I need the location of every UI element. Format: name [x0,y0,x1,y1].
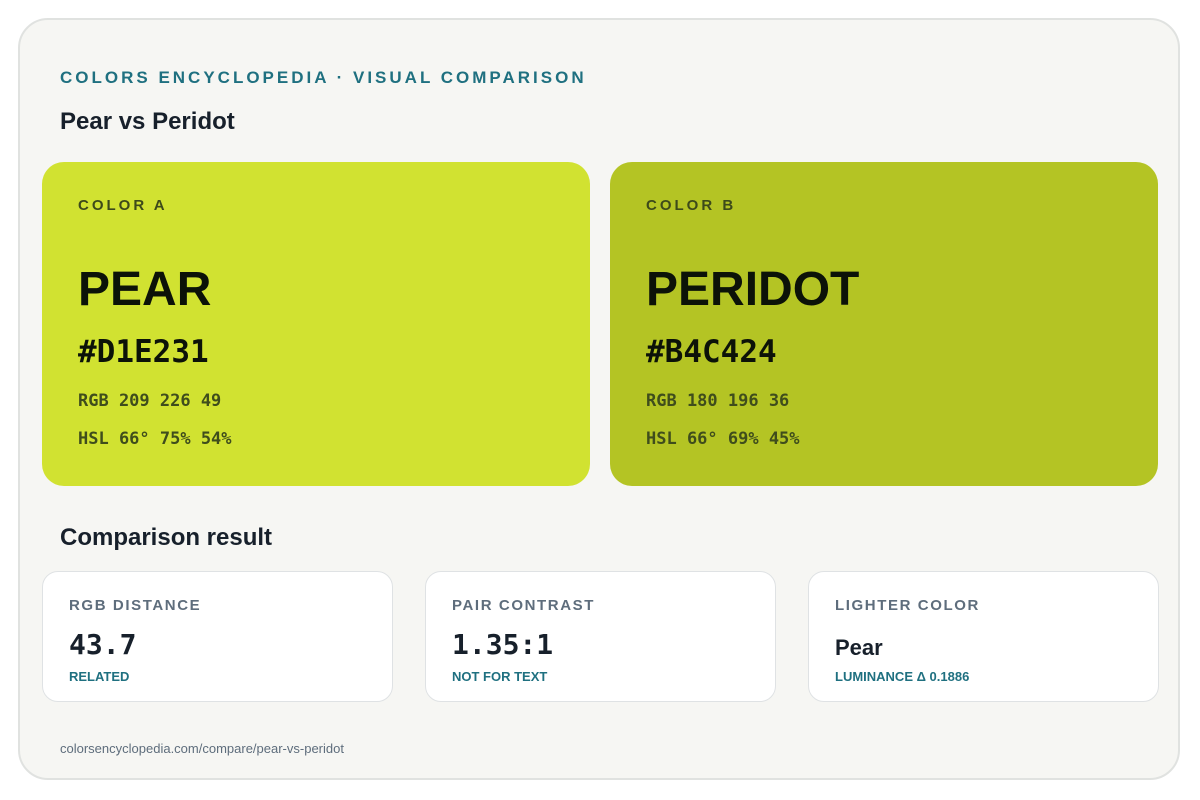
metric-label: RGB DISTANCE [69,597,202,614]
comparison-card: COLORS ENCYCLOPEDIA · VISUAL COMPARISON … [18,18,1180,780]
metric-value: Pear [835,635,883,660]
metric-pair-contrast: PAIR CONTRAST 1.35:1 NOT FOR TEXT [425,571,776,702]
metric-note: RELATED [69,669,130,684]
color-a-swatch: COLOR A PEAR #D1E231 RGB 209 226 49 HSL … [42,162,590,486]
comparison-section-title: Comparison result [60,524,273,551]
color-a-rgb: RGB 209 226 49 [78,391,222,411]
metric-rgb-distance: RGB DISTANCE 43.7 RELATED [42,571,393,702]
metric-label: PAIR CONTRAST [452,597,596,614]
color-b-hex: #B4C424 [646,334,777,370]
color-b-name: PERIDOT [646,263,860,316]
color-a-label: COLOR A [78,197,168,214]
metric-note: LUMINANCE Δ 0.1886 [835,669,970,684]
site-eyebrow: COLORS ENCYCLOPEDIA · VISUAL COMPARISON [60,68,587,87]
metric-value: 43.7 [69,628,137,661]
color-a-hsl: HSL 66° 75% 54% [78,429,232,449]
metric-label: LIGHTER COLOR [835,597,980,614]
metric-value: 1.35:1 [452,628,554,661]
color-b-hsl: HSL 66° 69% 45% [646,429,800,449]
metric-note: NOT FOR TEXT [452,669,548,684]
source-url[interactable]: colorsencyclopedia.com/compare/pear-vs-p… [60,741,344,757]
color-a-hex: #D1E231 [78,334,209,370]
color-b-label: COLOR B [646,197,737,214]
page-title: Pear vs Peridot [60,108,235,135]
color-b-swatch: COLOR B PERIDOT #B4C424 RGB 180 196 36 H… [610,162,1158,486]
metric-lighter-color: LIGHTER COLOR Pear LUMINANCE Δ 0.1886 [808,571,1159,702]
color-b-rgb: RGB 180 196 36 [646,391,790,411]
color-a-name: PEAR [78,263,212,316]
